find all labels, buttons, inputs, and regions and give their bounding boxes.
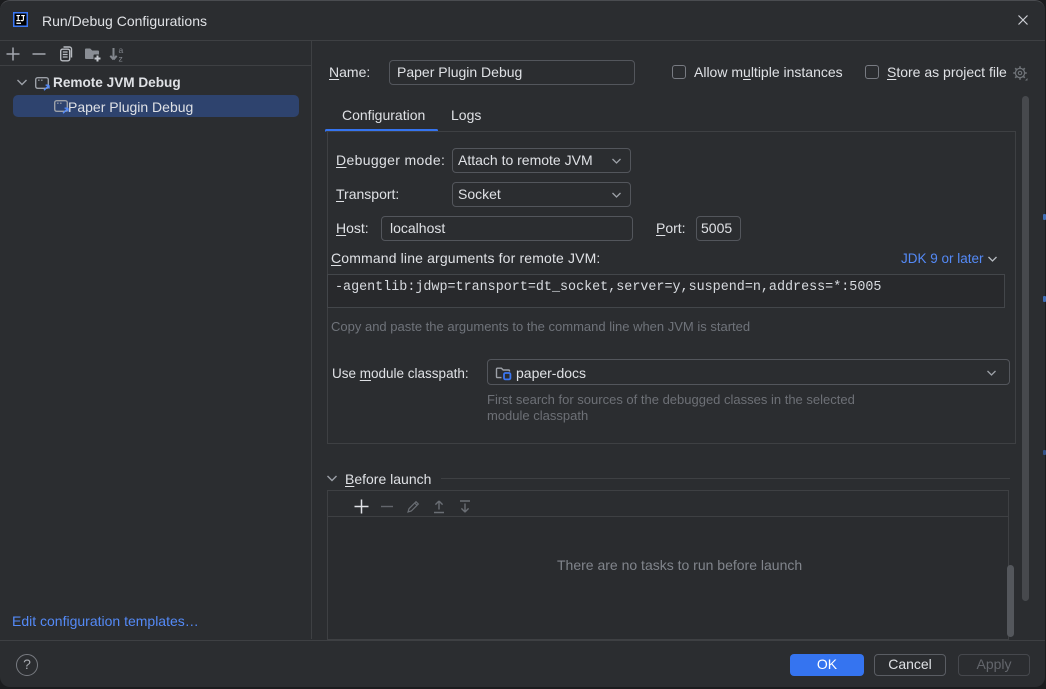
svg-text:z: z — [119, 54, 123, 63]
